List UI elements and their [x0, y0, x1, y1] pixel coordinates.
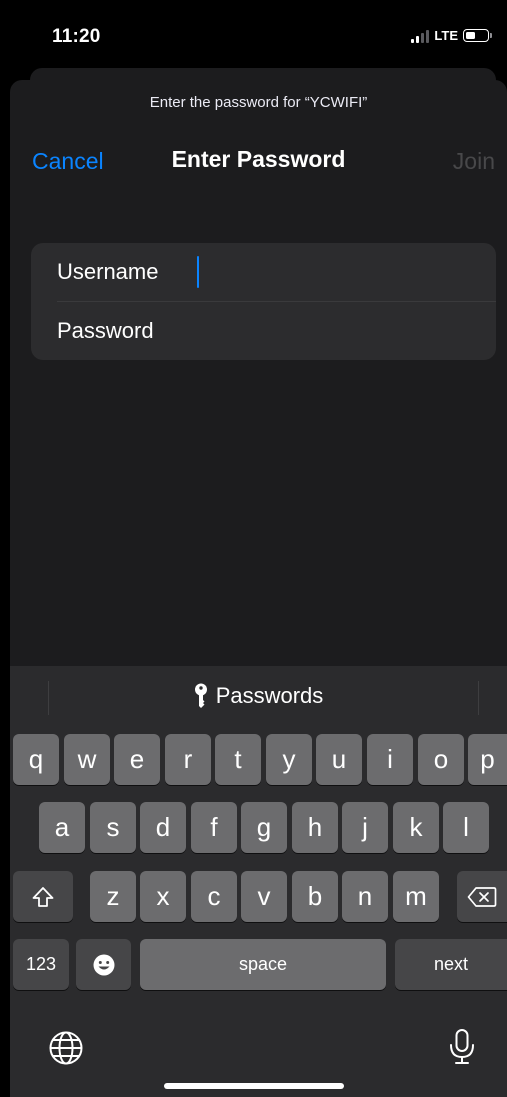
dictation-button[interactable]	[448, 1028, 476, 1066]
key-n[interactable]: n	[342, 871, 388, 922]
key-g[interactable]: g	[241, 802, 287, 853]
emoji-key[interactable]	[76, 939, 131, 990]
numbers-key[interactable]: 123	[13, 939, 69, 990]
microphone-icon	[450, 1029, 474, 1064]
passwords-suggestion[interactable]: Passwords	[10, 683, 507, 709]
home-indicator[interactable]	[164, 1083, 344, 1089]
key-u[interactable]: u	[316, 734, 362, 785]
key-x[interactable]: x	[140, 871, 186, 922]
text-cursor	[197, 256, 199, 288]
suggestion-bar: Passwords	[10, 666, 507, 726]
key-m[interactable]: m	[393, 871, 439, 922]
password-sheet: Enter the password for “YCWIFI” Cancel E…	[10, 80, 507, 1097]
status-time: 11:20	[52, 26, 101, 47]
emoji-icon	[93, 954, 114, 975]
key-r[interactable]: r	[165, 734, 211, 785]
key-v[interactable]: v	[241, 871, 287, 922]
key-s[interactable]: s	[90, 802, 136, 853]
credentials-form: Username Password	[31, 243, 496, 360]
key-c[interactable]: c	[191, 871, 237, 922]
network-type: LTE	[434, 28, 458, 43]
shift-icon	[32, 886, 54, 907]
key-a[interactable]: a	[39, 802, 85, 853]
key-l[interactable]: l	[443, 802, 489, 853]
key-q[interactable]: q	[13, 734, 59, 785]
next-key[interactable]: next	[395, 939, 507, 990]
key-o[interactable]: o	[418, 734, 464, 785]
key-f[interactable]: f	[191, 802, 237, 853]
keyboard: Passwords q w e r t y u i o p a s d f g …	[10, 666, 507, 1097]
key-k[interactable]: k	[393, 802, 439, 853]
key-t[interactable]: t	[215, 734, 261, 785]
globe-button[interactable]	[48, 1030, 84, 1066]
delete-icon	[467, 886, 497, 907]
status-bar: 11:20 LTE	[0, 0, 507, 66]
suggestion-label: Passwords	[215, 683, 324, 708]
status-indicators: LTE	[411, 28, 492, 43]
key-i[interactable]: i	[367, 734, 413, 785]
key-y[interactable]: y	[266, 734, 312, 785]
key-icon	[194, 683, 207, 708]
key-w[interactable]: w	[64, 734, 110, 785]
username-field[interactable]: Username	[31, 243, 496, 301]
key-e[interactable]: e	[114, 734, 160, 785]
page-title: Enter Password	[171, 146, 346, 172]
join-button[interactable]: Join	[453, 148, 495, 175]
key-d[interactable]: d	[140, 802, 186, 853]
shift-key[interactable]	[13, 871, 73, 922]
username-label: Username	[57, 259, 159, 284]
key-j[interactable]: j	[342, 802, 388, 853]
password-label: Password	[57, 318, 154, 343]
key-p[interactable]: p	[468, 734, 507, 785]
suggestion-divider	[478, 681, 479, 715]
battery-icon	[463, 29, 492, 42]
key-b[interactable]: b	[292, 871, 338, 922]
globe-icon	[49, 1031, 83, 1065]
delete-key[interactable]	[457, 871, 507, 922]
space-key[interactable]: space	[140, 939, 386, 990]
key-h[interactable]: h	[292, 802, 338, 853]
key-z[interactable]: z	[90, 871, 136, 922]
signal-icon	[411, 29, 430, 43]
network-prompt: Enter the password for “YCWIFI”	[149, 94, 368, 111]
password-field[interactable]: Password	[31, 302, 496, 360]
